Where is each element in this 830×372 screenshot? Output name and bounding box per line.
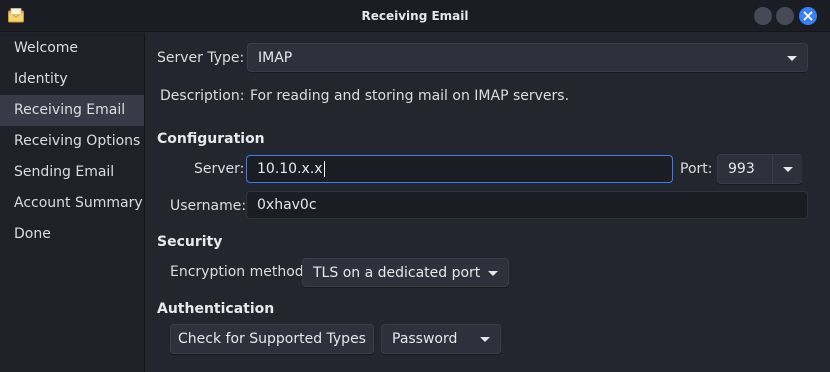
check-supported-types-label: Check for Supported Types xyxy=(178,331,366,347)
server-type-value: IMAP xyxy=(258,49,293,66)
username-input-value: 0xhav0c xyxy=(257,197,317,213)
text-caret xyxy=(323,161,325,177)
port-combo[interactable]: 993 xyxy=(717,154,802,184)
encryption-value: TLS on a dedicated port xyxy=(313,264,481,281)
description-value: For reading and storing mail on IMAP ser… xyxy=(250,88,570,104)
sidebar-item-done[interactable]: Done xyxy=(0,219,144,250)
port-dropdown-button[interactable] xyxy=(772,155,802,183)
server-input-value: 10.10.x.x xyxy=(257,161,323,177)
chevron-down-icon xyxy=(782,167,793,172)
username-label: Username: xyxy=(170,198,247,214)
authentication-heading: Authentication xyxy=(157,301,275,317)
minimize-button[interactable] xyxy=(754,7,772,25)
title-bar: Receiving Email xyxy=(0,0,830,32)
close-button[interactable] xyxy=(799,7,817,25)
auth-method-dropdown[interactable]: Password xyxy=(381,324,501,354)
maximize-button[interactable] xyxy=(776,7,794,25)
sidebar-item-identity[interactable]: Identity xyxy=(0,64,144,95)
chevron-down-icon xyxy=(480,337,490,342)
port-label: Port: xyxy=(680,161,713,177)
port-input[interactable]: 993 xyxy=(728,161,755,177)
security-heading: Security xyxy=(157,234,223,250)
close-icon xyxy=(803,11,813,21)
configuration-heading: Configuration xyxy=(157,131,265,147)
sidebar-item-welcome[interactable]: Welcome xyxy=(0,33,144,64)
username-input[interactable]: 0xhav0c xyxy=(246,191,808,219)
server-type-label: Server Type: xyxy=(157,50,245,66)
server-input[interactable]: 10.10.x.x xyxy=(246,155,673,183)
sidebar-item-sending-email[interactable]: Sending Email xyxy=(0,157,144,188)
server-type-dropdown[interactable]: IMAP xyxy=(247,43,808,72)
window-title: Receiving Email xyxy=(361,9,469,23)
sidebar-item-receiving-options[interactable]: Receiving Options xyxy=(0,126,144,157)
sidebar-item-receiving-email[interactable]: Receiving Email xyxy=(0,95,144,126)
encryption-label: Encryption method: xyxy=(170,264,309,280)
encryption-dropdown[interactable]: TLS on a dedicated port xyxy=(302,258,509,287)
sidebar-item-account-summary[interactable]: Account Summary xyxy=(0,188,144,219)
description-label: Description: xyxy=(160,88,245,104)
chevron-down-icon xyxy=(787,55,797,61)
server-label: Server: xyxy=(194,161,245,177)
auth-method-value: Password xyxy=(392,331,458,347)
wizard-sidebar: Welcome Identity Receiving Email Receivi… xyxy=(0,33,145,372)
check-supported-types-button[interactable]: Check for Supported Types xyxy=(170,324,374,354)
chevron-down-icon xyxy=(488,270,498,276)
